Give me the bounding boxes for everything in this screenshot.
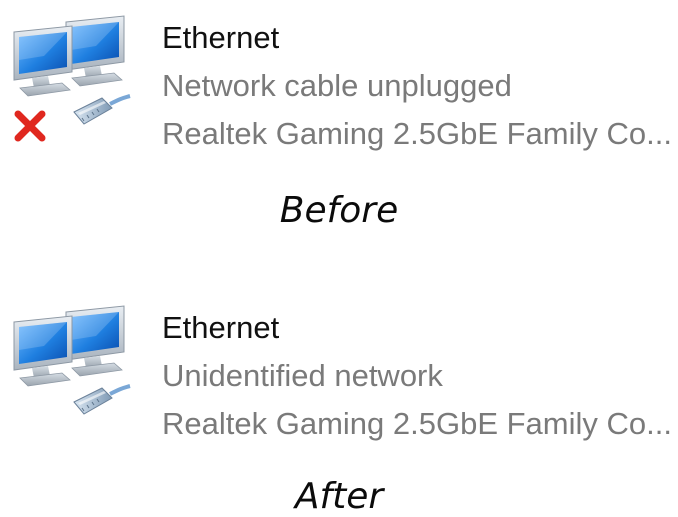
adapter-device: Realtek Gaming 2.5GbE Family Co... bbox=[162, 116, 672, 151]
red-x-icon bbox=[14, 110, 46, 142]
network-adapter-icon bbox=[13, 305, 132, 416]
adapter-status: Unidentified network bbox=[162, 358, 443, 393]
adapter-item-before[interactable]: Ethernet Network cable unplugged Realtek… bbox=[0, 0, 678, 151]
adapter-name: Ethernet bbox=[162, 310, 280, 345]
after-caption: After bbox=[294, 476, 384, 517]
before-caption: Before bbox=[279, 190, 399, 231]
adapter-name: Ethernet bbox=[162, 20, 280, 55]
adapter-device: Realtek Gaming 2.5GbE Family Co... bbox=[162, 406, 672, 441]
adapter-status: Network cable unplugged bbox=[162, 68, 512, 103]
adapter-item-after[interactable]: Ethernet Unidentified network Realtek Ga… bbox=[0, 290, 678, 441]
